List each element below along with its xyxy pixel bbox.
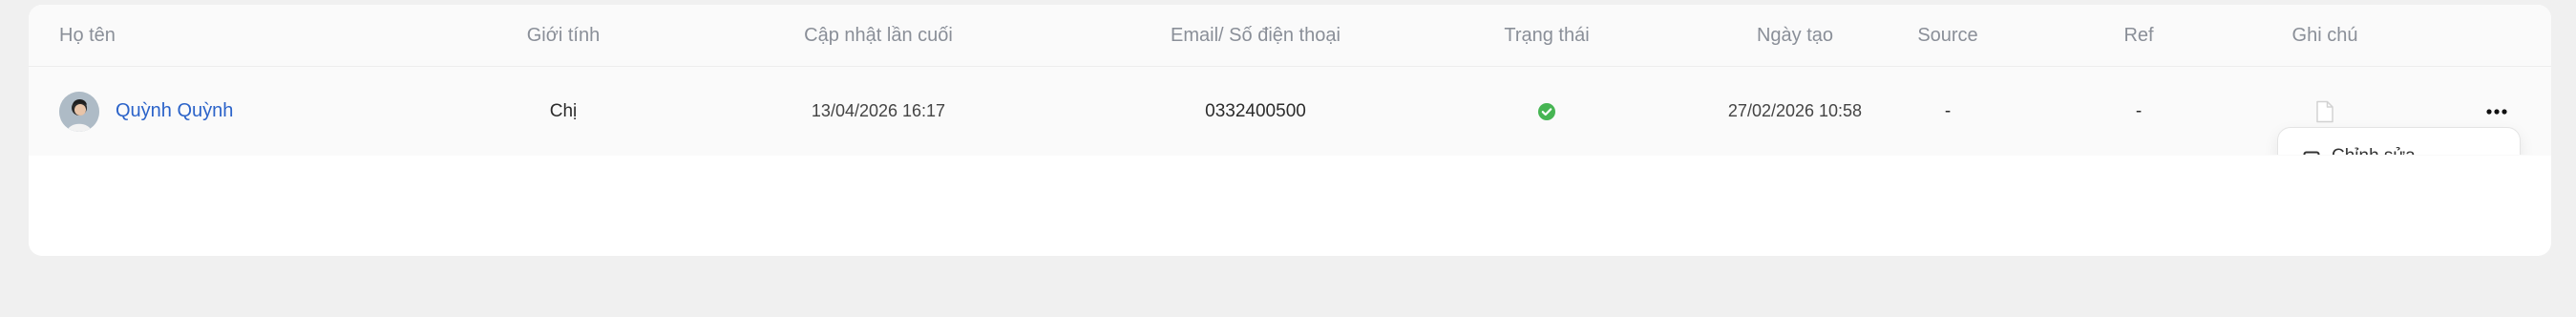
row-actions-menu[interactable]: Chỉnh sửa [2277,127,2521,155]
edit-icon [2303,151,2320,155]
menu-item-edit-label[interactable]: Chỉnh sửa [2332,146,2416,155]
table-empty-area [29,159,2551,256]
dropdown-clip: Chỉnh sửa [0,0,2576,155]
